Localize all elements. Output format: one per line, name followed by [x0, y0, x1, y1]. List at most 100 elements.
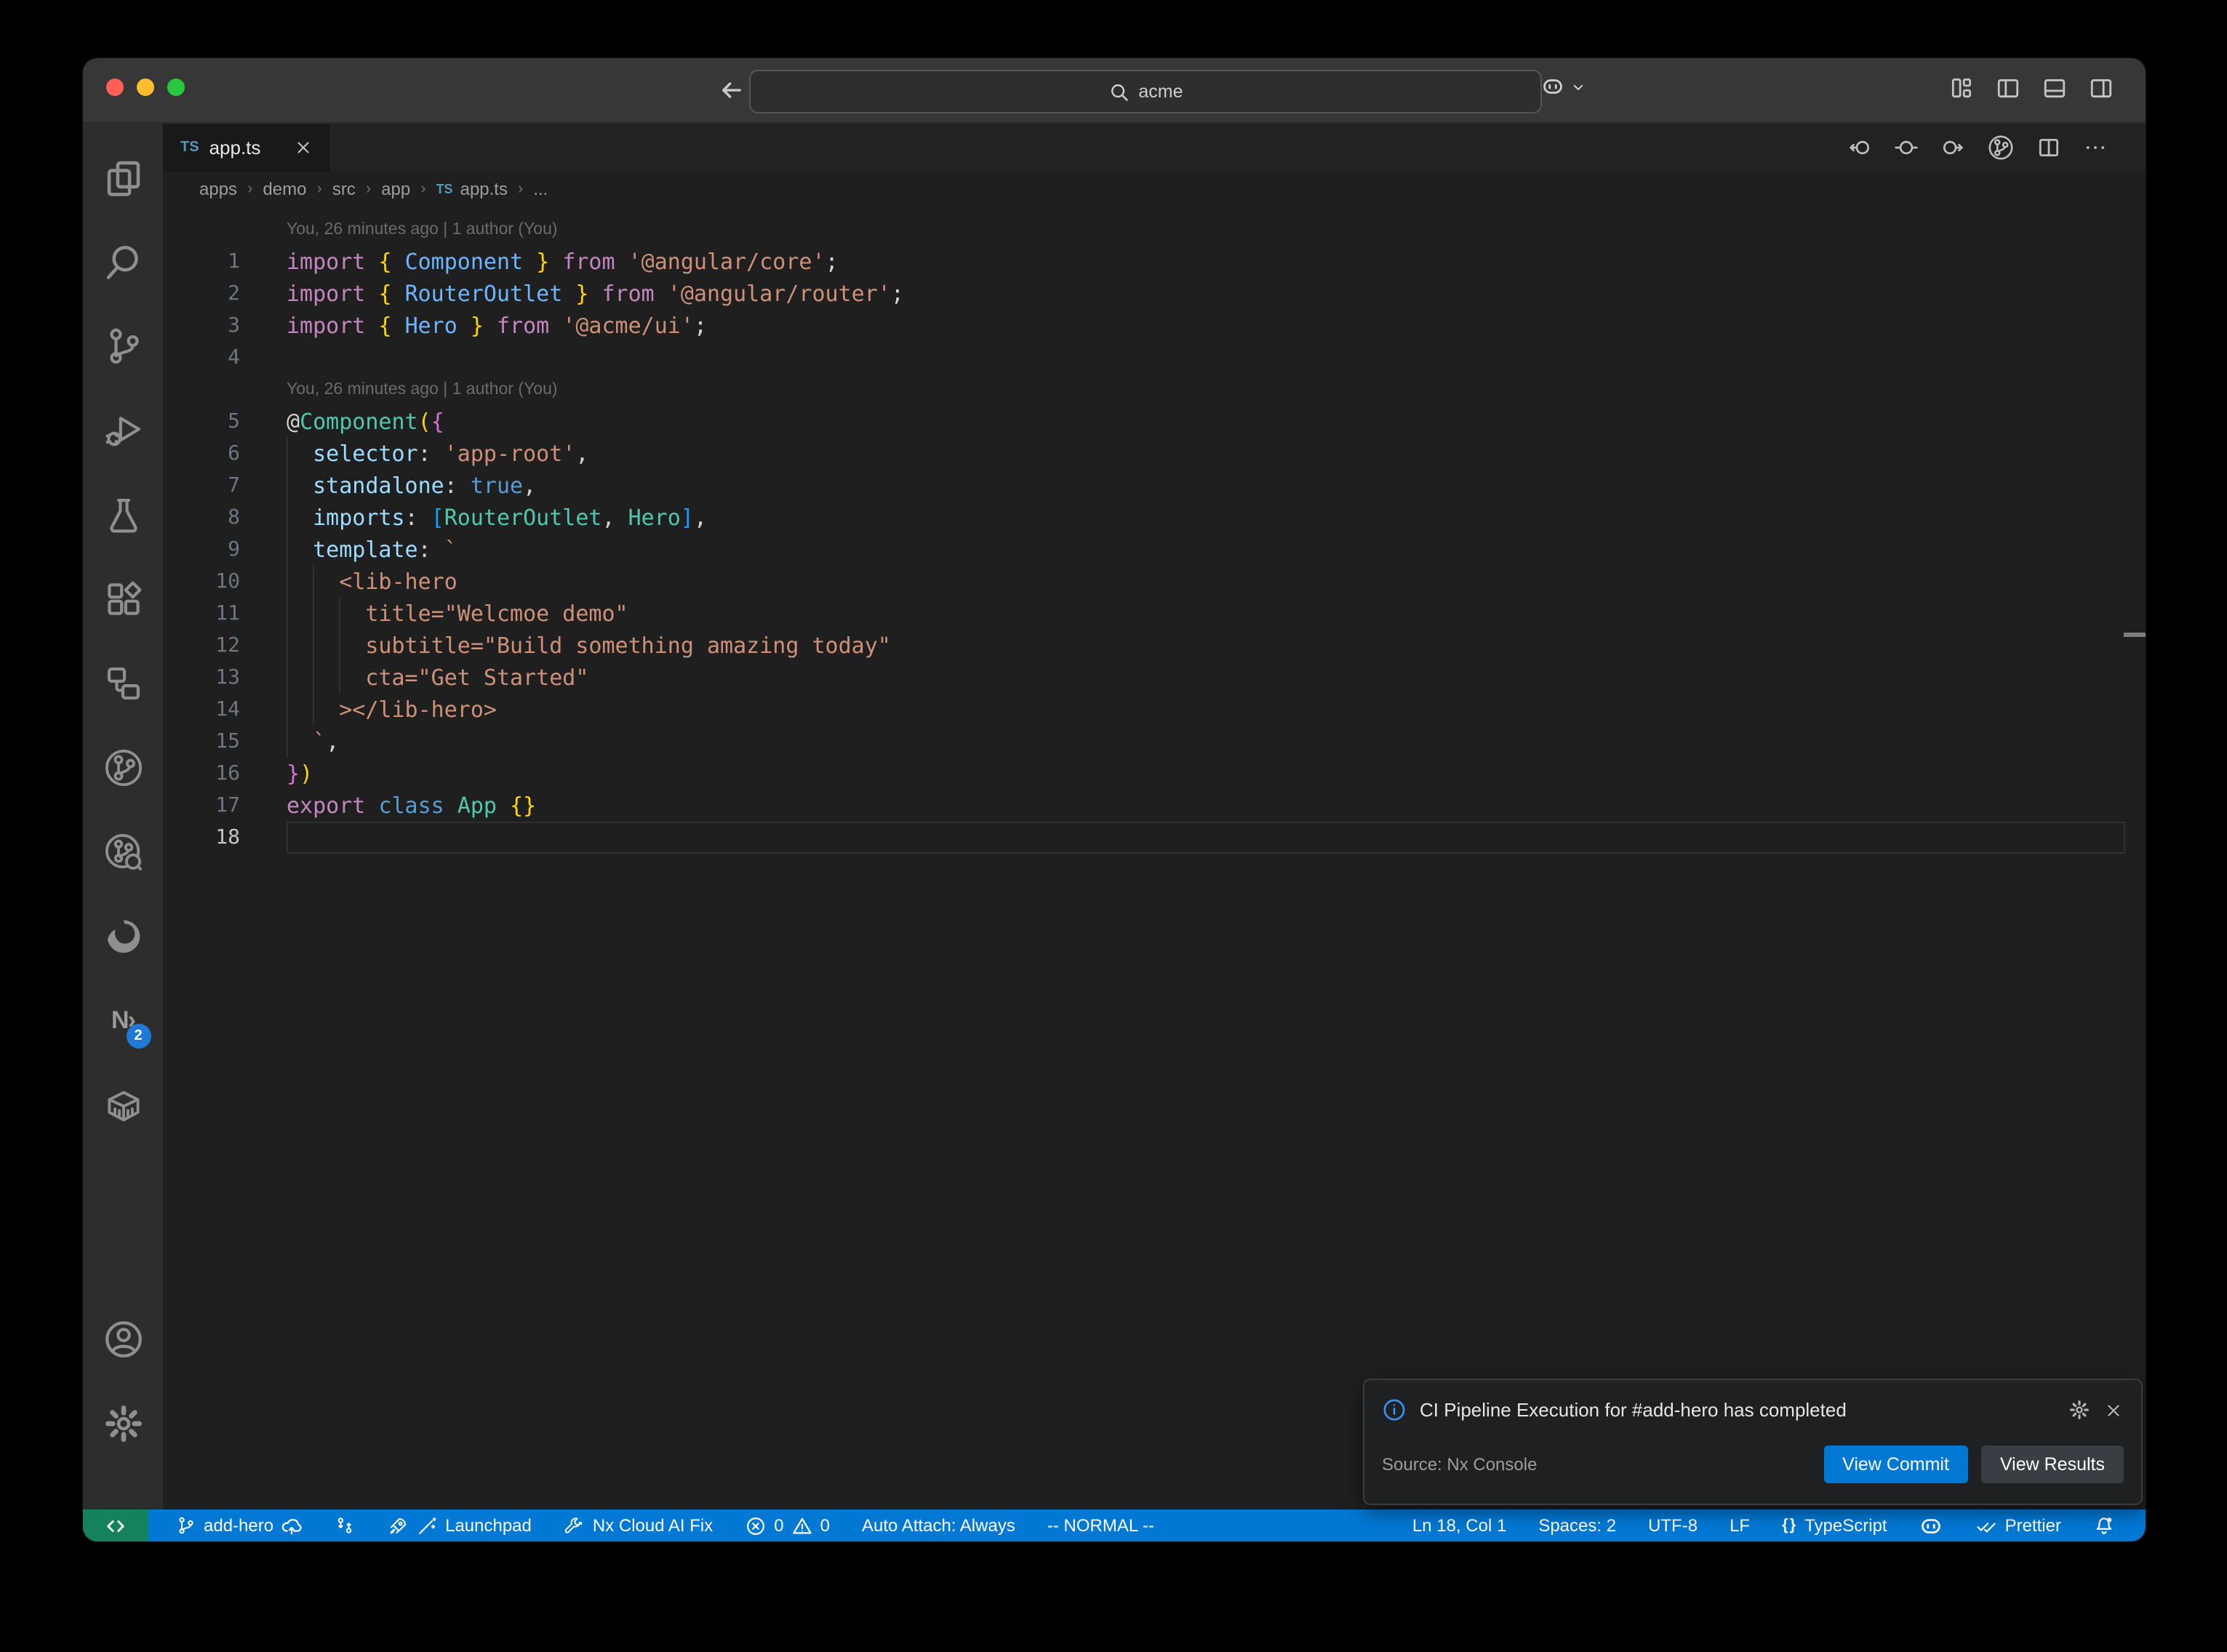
status-vim-mode[interactable]: -- NORMAL --	[1034, 1515, 1167, 1536]
gitlens-commit-graph-icon[interactable]	[1987, 134, 2015, 161]
close-tab-icon[interactable]	[294, 138, 313, 157]
copilot-menu[interactable]	[1540, 74, 1587, 99]
view-commit-button[interactable]: View Commit	[1823, 1446, 1968, 1483]
git-compare-icon	[335, 1515, 355, 1536]
activity-bar-item-containers[interactable]	[91, 1069, 155, 1142]
status-branch-status[interactable]: add-hero	[163, 1515, 316, 1536]
code-line-12[interactable]: 12 subtitle="Build something amazing tod…	[163, 630, 2146, 662]
line-content: import { RouterOutlet } from '@angular/r…	[287, 278, 2146, 310]
activity-bar-item-nx-console[interactable]: N›2	[91, 985, 155, 1057]
back-arrow-icon[interactable]	[717, 76, 746, 105]
split-editor-icon[interactable]	[2036, 135, 2061, 160]
code-line-16[interactable]: 16})	[163, 758, 2146, 790]
line-number: 2	[163, 278, 287, 310]
line-number: 1	[163, 246, 287, 278]
status-problems[interactable]: 00	[732, 1515, 843, 1536]
breadcrumb-item[interactable]: ...	[533, 179, 548, 199]
line-number: 9	[163, 534, 287, 566]
status-git-compare-status[interactable]	[321, 1515, 368, 1536]
status-text: Launchpad	[445, 1515, 532, 1536]
code-line-15[interactable]: 15 `,	[163, 726, 2146, 758]
activity-bar-item-accounts[interactable]	[91, 1303, 155, 1376]
status-text: Auto Attach: Always	[862, 1515, 1015, 1536]
blame-text: You, 26 minutes ago | 1 author (You)	[287, 214, 2146, 246]
line-content: cta="Get Started"	[287, 662, 2146, 694]
command-center-search[interactable]: acme	[749, 70, 1542, 113]
status-text: TypeScript	[1804, 1515, 1887, 1536]
copilot-icon	[1540, 74, 1565, 99]
status-indentation[interactable]: Spaces: 2	[1525, 1515, 1629, 1536]
code-line-4[interactable]: 4	[163, 342, 2146, 374]
indent-guide	[287, 534, 288, 566]
open-changes-next-icon[interactable]	[1940, 135, 1965, 160]
code-line-1[interactable]: 1import { Component } from '@angular/cor…	[163, 246, 2146, 278]
cloud-upload-icon	[281, 1515, 303, 1536]
code-line-14[interactable]: 14 ></lib-hero>	[163, 694, 2146, 726]
minimize-window-button[interactable]	[137, 79, 154, 96]
source-control-icon	[103, 326, 143, 366]
activity-bar-item-swirl-extension[interactable]	[91, 900, 155, 973]
status-language-mode[interactable]: {}TypeScript	[1769, 1515, 1900, 1536]
status-eol[interactable]: LF	[1716, 1515, 1763, 1536]
activity-bar-item-search[interactable]	[91, 225, 155, 298]
code-line-6[interactable]: 6 selector: 'app-root',	[163, 438, 2146, 470]
activity-bar-item-extensions[interactable]	[91, 563, 155, 635]
code-line-5[interactable]: 5@Component({	[163, 406, 2146, 438]
code-line-7[interactable]: 7 standalone: true,	[163, 470, 2146, 502]
status-notifications-bell[interactable]	[2080, 1515, 2128, 1536]
tab-app-ts[interactable]: TS app.ts	[163, 124, 332, 172]
breadcrumb-item[interactable]: demo	[263, 179, 306, 199]
code-line-13[interactable]: 13 cta="Get Started"	[163, 662, 2146, 694]
line-content: <lib-hero	[287, 566, 2146, 598]
activity-bar-item-gitlens[interactable]	[91, 731, 155, 804]
code-line-3[interactable]: 3import { Hero } from '@acme/ui';	[163, 310, 2146, 342]
notification-settings-gear-icon[interactable]	[2068, 1399, 2090, 1421]
customize-layout-icon[interactable]	[1949, 76, 1974, 100]
close-window-button[interactable]	[106, 79, 124, 96]
notification-close-icon[interactable]	[2103, 1400, 2124, 1420]
zoom-window-button[interactable]	[167, 79, 185, 96]
code-line-10[interactable]: 10 <lib-hero	[163, 566, 2146, 598]
breadcrumb-item[interactable]: apps	[199, 179, 237, 199]
activity-bar-item-gitlens-inspect[interactable]	[91, 816, 155, 889]
line-number: 17	[163, 790, 287, 822]
breadcrumb-separator: ›	[420, 180, 425, 198]
rocket-icon	[387, 1515, 409, 1536]
activity-bar-item-run-and-debug[interactable]	[91, 394, 155, 467]
code-line-18[interactable]: 18	[163, 822, 2146, 854]
code-editor[interactable]: You, 26 minutes ago | 1 author (You)1imp…	[163, 206, 2146, 1509]
status-cursor-position[interactable]: Ln 18, Col 1	[1399, 1515, 1519, 1536]
code-line-17[interactable]: 17export class App {}	[163, 790, 2146, 822]
toggle-panel-icon[interactable]	[2042, 76, 2067, 100]
indent-guide	[313, 566, 314, 598]
activity-bar-item-source-control[interactable]	[91, 310, 155, 382]
status-formatter-prettier[interactable]: Prettier	[1963, 1515, 2074, 1536]
code-line-11[interactable]: 11 title="Welcmoe demo"	[163, 598, 2146, 630]
breadcrumb-item[interactable]: src	[332, 179, 356, 199]
toggle-secondary-sidebar-icon[interactable]	[2089, 76, 2114, 100]
open-changes-previous-icon[interactable]	[1847, 135, 1872, 160]
status-launchpad[interactable]: Launchpad	[374, 1515, 545, 1536]
more-actions-icon[interactable]	[2083, 135, 2108, 160]
breadcrumb-separator: ›	[366, 180, 371, 198]
status-auto-attach[interactable]: Auto Attach: Always	[849, 1515, 1028, 1536]
code-line-9[interactable]: 9 template: `	[163, 534, 2146, 566]
breadcrumb-item[interactable]: app.ts	[460, 179, 508, 199]
toggle-primary-sidebar-icon[interactable]	[1996, 76, 2020, 100]
line-content: selector: 'app-root',	[287, 438, 2146, 470]
code-line-2[interactable]: 2import { RouterOutlet } from '@angular/…	[163, 278, 2146, 310]
blame-text: You, 26 minutes ago | 1 author (You)	[287, 374, 2146, 406]
info-icon	[1382, 1398, 1407, 1422]
remote-indicator[interactable]	[83, 1509, 148, 1541]
activity-bar-item-explorer[interactable]	[91, 141, 155, 214]
activity-bar-item-linked-projects[interactable]	[91, 647, 155, 720]
activity-bar-item-testing[interactable]	[91, 478, 155, 551]
open-changes-icon[interactable]	[1894, 135, 1919, 160]
status-copilot-status[interactable]	[1906, 1513, 1957, 1538]
view-results-button[interactable]: View Results	[1981, 1446, 2124, 1483]
status-nx-cloud-ai-fix[interactable]: Nx Cloud AI Fix	[551, 1515, 726, 1536]
activity-bar-item-manage-settings[interactable]	[91, 1387, 155, 1460]
code-line-8[interactable]: 8 imports: [RouterOutlet, Hero],	[163, 502, 2146, 534]
breadcrumb-item[interactable]: app	[381, 179, 410, 199]
status-encoding[interactable]: UTF-8	[1635, 1515, 1711, 1536]
